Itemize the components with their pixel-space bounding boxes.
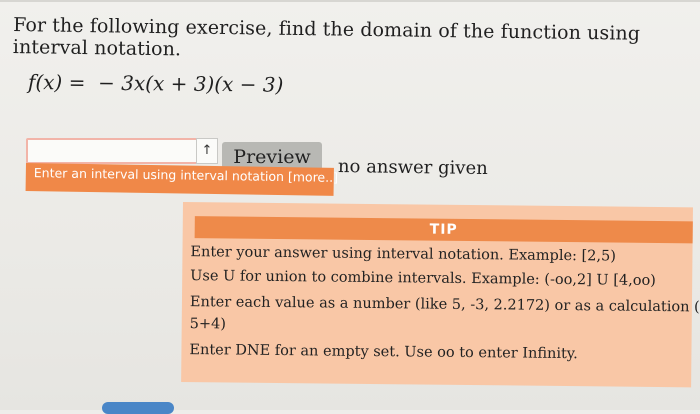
function-formula: f(x) = − 3x(x + 3)(x − 3) bbox=[27, 70, 284, 97]
answer-status: no answer given bbox=[337, 156, 488, 180]
question-text: For the following exercise, find the dom… bbox=[12, 14, 641, 61]
tip-line: Use U for union to combine intervals. Ex… bbox=[190, 268, 656, 289]
cut-off-button[interactable] bbox=[102, 402, 174, 414]
top-divider bbox=[0, 0, 700, 2]
tip-line: Enter your answer using interval notatio… bbox=[190, 244, 617, 265]
page-background: For the following exercise, find the dom… bbox=[0, 0, 700, 414]
answer-input[interactable] bbox=[26, 138, 200, 164]
tip-line: Enter DNE for an empty set. Use oo to en… bbox=[189, 342, 578, 363]
helper-tooltip[interactable]: Enter an interval using interval notatio… bbox=[25, 163, 338, 196]
tip-line: 5+4) bbox=[189, 316, 227, 333]
tip-panel: TIP Enter your answer using interval not… bbox=[181, 202, 700, 388]
tip-title: TIP bbox=[194, 216, 693, 244]
up-arrow-icon[interactable]: ↑ bbox=[196, 138, 218, 164]
tip-line: Enter each value as a number (like 5, -3… bbox=[189, 294, 700, 316]
